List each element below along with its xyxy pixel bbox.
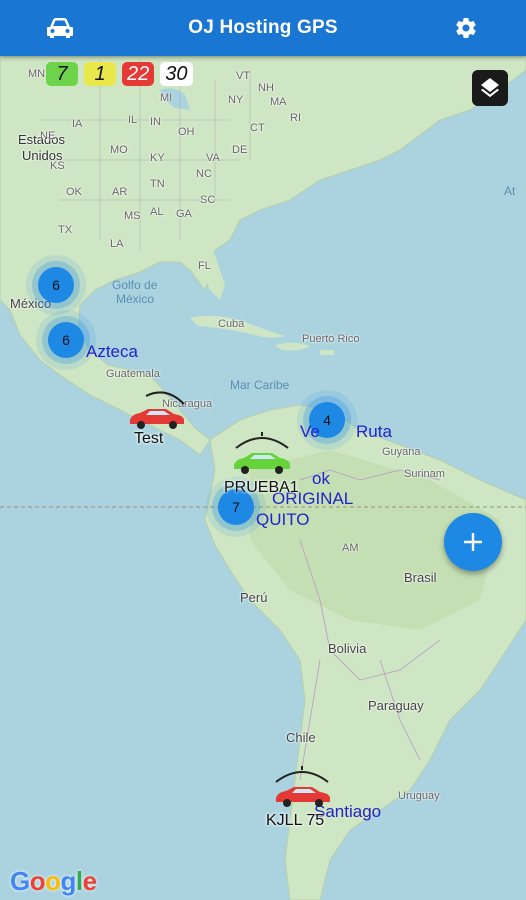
state-label: NY <box>228 94 244 106</box>
counter-offline[interactable]: 22 <box>122 62 155 86</box>
green-car-icon <box>234 453 290 474</box>
state-label: CT <box>250 122 265 134</box>
app-title: OJ Hosting GPS <box>188 17 338 38</box>
label-bolivia: Bolivia <box>328 641 367 656</box>
state-label: LA <box>110 238 124 250</box>
state-label: NE <box>40 130 56 142</box>
state-label: OH <box>178 126 195 138</box>
vehicles-button[interactable] <box>40 12 80 44</box>
state-label: SC <box>200 194 216 206</box>
state-label: AR <box>112 186 128 198</box>
route-label-quito: QUITO <box>256 510 310 529</box>
vehicle-label-test: Test <box>134 430 164 447</box>
state-label: MN <box>28 68 46 80</box>
state-label: NC <box>196 168 212 180</box>
label-paraguay: Paraguay <box>368 698 424 713</box>
state-label: MO <box>110 144 128 156</box>
route-label-ok: ok <box>312 469 330 488</box>
label-uruguay: Uruguay <box>398 790 440 802</box>
google-logo: Google <box>10 866 97 896</box>
vehicle-label-kjll: KJLL 75 <box>266 812 325 829</box>
state-label: NH <box>258 82 274 94</box>
red-car-icon <box>276 787 330 807</box>
settings-button[interactable] <box>448 12 484 44</box>
label-golfo-1: Golfo de <box>112 278 158 292</box>
label-cuba: Cuba <box>218 318 245 330</box>
label-guatemala: Guatemala <box>106 368 160 380</box>
label-am: AM <box>342 542 359 554</box>
label-peru: Perú <box>240 590 268 605</box>
label-puerto-rico: Puerto Rico <box>302 333 360 345</box>
label-guyana: Guyana <box>382 446 421 458</box>
app-bar: OJ Hosting GPS <box>0 0 526 56</box>
state-label: TX <box>58 224 73 236</box>
state-label: TN <box>150 178 165 190</box>
state-label: FL <box>198 260 211 272</box>
state-label: KY <box>150 152 165 164</box>
map-view[interactable]: Estados Unidos Golfo de México México Cu… <box>0 56 526 900</box>
state-label: VA <box>206 152 220 164</box>
state-label: VT <box>236 70 251 82</box>
add-fab-button[interactable] <box>444 513 502 571</box>
label-surinam: Surinam <box>404 468 445 480</box>
vehicle-marker-kjll[interactable] <box>270 762 334 814</box>
car-icon <box>47 18 73 38</box>
label-atlantic: At <box>504 184 516 198</box>
status-counters: 7 1 22 30 <box>46 62 193 86</box>
state-label: IN <box>150 116 161 128</box>
gear-icon <box>456 18 476 39</box>
label-golfo-2: México <box>116 292 155 306</box>
cluster-marker-mexico-north[interactable]: 6 <box>38 267 74 303</box>
state-label: MA <box>270 96 287 108</box>
vehicle-label-prueba1: PRUEBA1 <box>224 479 299 496</box>
state-label: MI <box>160 92 173 104</box>
vehicle-marker-prueba1[interactable] <box>228 428 298 484</box>
state-label: RI <box>290 112 301 124</box>
route-label-venez: Ve <box>300 422 320 441</box>
plus-icon <box>464 533 482 551</box>
route-label-azteca: Azteca <box>86 342 138 361</box>
state-label: AL <box>150 206 164 218</box>
state-label: OK <box>66 186 82 198</box>
state-label: MS <box>124 210 141 222</box>
cluster-marker-mexico-south[interactable]: 6 <box>48 322 84 358</box>
state-label: IL <box>128 114 138 126</box>
state-label: IA <box>72 118 83 130</box>
counter-online[interactable]: 7 <box>46 62 78 86</box>
label-brasil: Brasil <box>404 570 437 585</box>
north-america-land <box>0 56 526 456</box>
red-car-icon <box>130 409 184 429</box>
state-label: KS <box>50 160 65 172</box>
layers-icon <box>481 78 499 98</box>
puerto-rico-land <box>320 350 334 355</box>
counter-total[interactable]: 30 <box>160 62 193 86</box>
state-label: GA <box>176 208 192 220</box>
route-label-ruta: Ruta <box>356 422 392 441</box>
counter-idle[interactable]: 1 <box>84 62 116 86</box>
state-label: DE <box>232 144 248 156</box>
map-layers-button[interactable] <box>472 70 508 106</box>
label-mar-caribe: Mar Caribe <box>230 378 290 392</box>
label-chile: Chile <box>286 730 316 745</box>
